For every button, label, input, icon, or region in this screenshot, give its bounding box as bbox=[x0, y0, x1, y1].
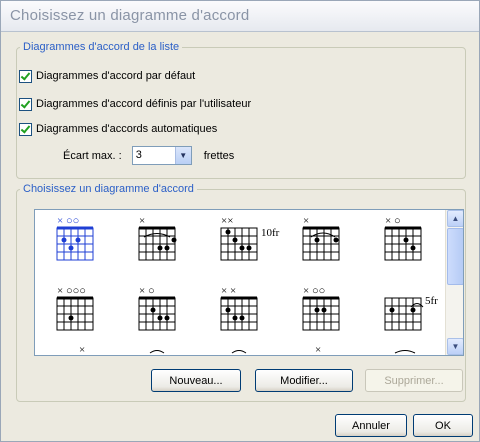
diagram-chord-9[interactable]: × ○○ bbox=[302, 285, 340, 331]
chord-7-markers: × ○ bbox=[139, 285, 155, 297]
checkbox-row-user[interactable]: Diagrammes d'accord définis par l'utilis… bbox=[19, 96, 251, 112]
chord-9-markers: × ○○ bbox=[303, 285, 325, 297]
diagram-list[interactable]: × ○○ × ×× 10fr × × ○ × ○○○ × ○ × × × ○○ … bbox=[34, 209, 464, 356]
chord-1-markers: × ○○ bbox=[57, 215, 79, 227]
checkbox-auto-label: Diagrammes d'accords automatiques bbox=[36, 123, 218, 135]
diagram-chord-8[interactable]: × × bbox=[220, 285, 258, 331]
checkbox-row-default[interactable]: Diagrammes d'accord par défaut bbox=[19, 68, 195, 84]
choose-group-legend: Choisissez un diagramme d'accord bbox=[23, 183, 194, 195]
diagram-list-scrollbar[interactable]: ▲ ▼ bbox=[445, 210, 463, 355]
diagram-chord-6[interactable]: × ○○○ bbox=[56, 285, 94, 331]
delete-button[interactable]: Supprimer... bbox=[365, 369, 463, 392]
ecart-row: Écart max. : 3 ▼ frettes bbox=[63, 146, 234, 165]
diagram-grid: × ○○ × ×× 10fr × × ○ × ○○○ × ○ × × × ○○ … bbox=[56, 215, 438, 355]
cancel-button[interactable]: Annuler bbox=[335, 414, 407, 437]
chord-10-fret-label: 5fr bbox=[425, 295, 438, 307]
checkbox-default-label: Diagrammes d'accord par défaut bbox=[36, 70, 196, 82]
dialog-title: Choisissez un diagramme d'accord bbox=[10, 7, 250, 24]
scroll-thumb[interactable] bbox=[447, 228, 463, 285]
ecart-label: Écart max. : bbox=[63, 149, 122, 162]
diagram-chord-5[interactable]: × ○ bbox=[384, 215, 422, 261]
chord-5-markers: × ○ bbox=[385, 215, 401, 227]
scroll-up-icon[interactable]: ▲ bbox=[447, 210, 463, 227]
scroll-down-icon[interactable]: ▼ bbox=[447, 338, 463, 355]
checkbox-user-label: Diagrammes d'accord définis par l'utilis… bbox=[36, 98, 252, 110]
chord-2-markers: × bbox=[139, 215, 145, 227]
svg-text:×: × bbox=[315, 344, 321, 355]
ecart-value: 3 bbox=[135, 149, 142, 161]
svg-text:×: × bbox=[79, 344, 85, 355]
chord-diagram-dialog: Choisissez un diagramme d'accord Diagram… bbox=[0, 0, 480, 442]
new-button[interactable]: Nouveau... bbox=[151, 369, 241, 392]
diagram-row-3-partial: × × bbox=[79, 344, 416, 355]
diagram-chord-7[interactable]: × ○ bbox=[138, 285, 176, 331]
checkbox-row-auto[interactable]: Diagrammes d'accords automatiques bbox=[19, 121, 217, 137]
checkbox-default[interactable] bbox=[19, 69, 32, 83]
ok-button[interactable]: OK bbox=[413, 414, 473, 437]
chord-3-fret-label: 10fr bbox=[261, 227, 280, 239]
chevron-down-icon[interactable]: ▼ bbox=[174, 147, 191, 164]
diagram-chord-2[interactable]: × bbox=[138, 215, 177, 261]
ecart-select[interactable]: 3 ▼ bbox=[131, 146, 192, 165]
ecart-unit: frettes bbox=[203, 149, 235, 162]
title-bar: Choisissez un diagramme d'accord bbox=[1, 1, 479, 32]
checkbox-user[interactable] bbox=[19, 97, 32, 111]
diagram-chord-10[interactable]: 5fr bbox=[384, 295, 438, 331]
chord-8-markers: × × bbox=[221, 285, 236, 297]
diagram-chord-3[interactable]: ×× 10fr bbox=[220, 215, 280, 261]
chord-6-markers: × ○○○ bbox=[57, 285, 86, 297]
list-group-legend: Diagrammes d'accord de la liste bbox=[23, 41, 180, 53]
chord-3-markers: ×× bbox=[221, 215, 233, 227]
edit-button[interactable]: Modifier... bbox=[255, 369, 353, 392]
diagram-chord-1[interactable]: × ○○ bbox=[56, 215, 94, 261]
diagram-chord-4[interactable]: × bbox=[302, 215, 340, 261]
chord-4-markers: × bbox=[303, 215, 309, 227]
checkbox-auto[interactable] bbox=[19, 122, 32, 136]
